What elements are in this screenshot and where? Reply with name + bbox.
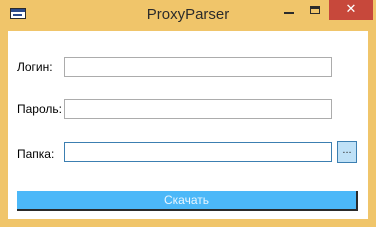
close-icon: ✕	[345, 2, 357, 17]
form-panel: Логин: Пароль: Папка: ... Скачать	[8, 31, 368, 219]
close-button[interactable]: ✕	[329, 0, 373, 20]
password-label: Пароль:	[17, 102, 62, 116]
password-input[interactable]	[64, 99, 332, 119]
login-input[interactable]	[64, 57, 332, 77]
minimize-button[interactable]	[275, 0, 303, 20]
folder-input[interactable]	[64, 142, 332, 162]
folder-label: Папка:	[17, 147, 55, 161]
download-button[interactable]: Скачать	[17, 191, 358, 211]
title-bar[interactable]: ProxyParser ✕	[0, 0, 376, 31]
login-label: Логин:	[17, 60, 53, 74]
app-window: ProxyParser ✕ Логин: Пароль: Папка: ... …	[0, 0, 376, 227]
browse-folder-button[interactable]: ...	[337, 141, 357, 163]
maximize-button[interactable]	[303, 0, 329, 20]
